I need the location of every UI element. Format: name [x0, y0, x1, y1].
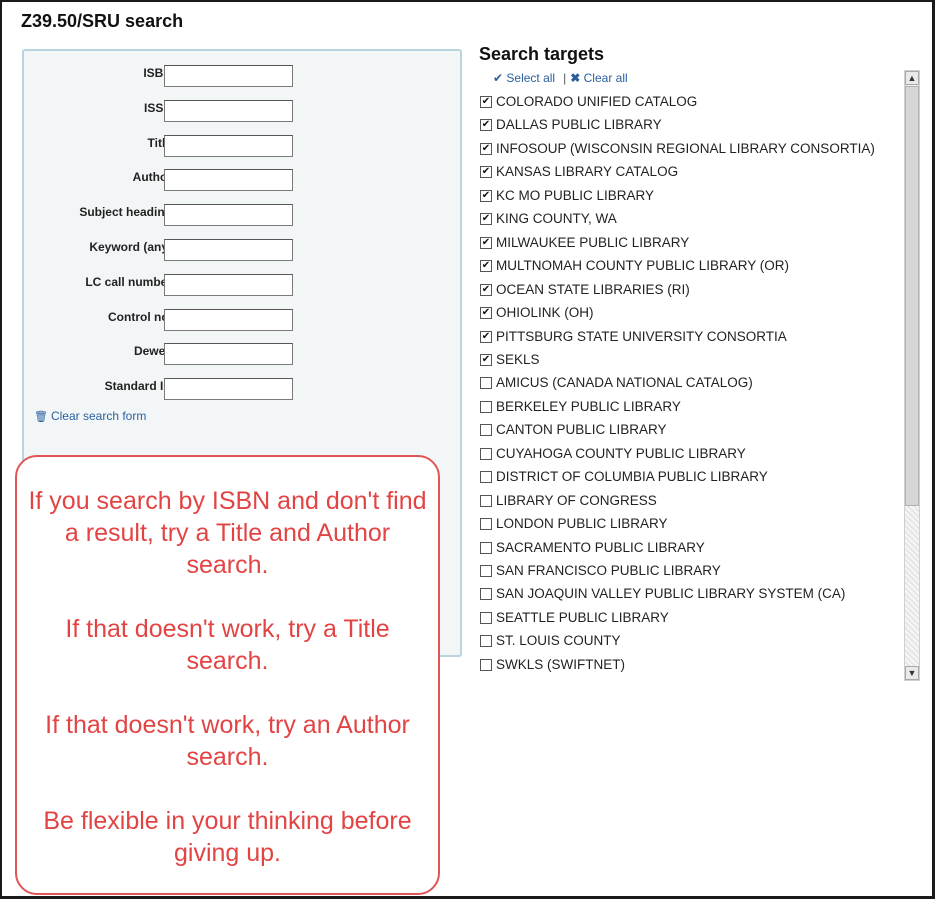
target-checkbox[interactable]: ✔	[480, 166, 492, 179]
check-icon: ✔	[493, 71, 504, 85]
select-all-label: Select all	[506, 71, 556, 85]
clear-all-link[interactable]: ✖ Clear all	[570, 71, 627, 85]
callout-paragraph-4: Be flexible in your thinking before givi…	[43, 807, 412, 867]
target-checkbox[interactable]	[480, 400, 492, 413]
trash-icon: 🗑	[34, 411, 48, 423]
form-field-label: Subject heading:	[79, 205, 176, 220]
scroll-up-button[interactable]: ▲	[905, 71, 919, 85]
target-label: SWKLS (SWIFTNET)	[496, 656, 625, 672]
target-label: SEATTLE PUBLIC LIBRARY	[496, 609, 669, 625]
target-label: KC MO PUBLIC LIBRARY	[496, 187, 655, 203]
target-label: INFOSOUP (WISCONSIN REGIONAL LIBRARY CON…	[496, 140, 875, 156]
scroll-down-button[interactable]: ▼	[905, 666, 919, 680]
clear-all-label: Clear all	[583, 71, 628, 85]
callout-paragraph-2: If that doesn't work, try a Title search…	[65, 615, 390, 675]
form-field-row: Subject heading:	[24, 204, 324, 228]
callout-paragraph-3: If that doesn't work, try an Author sear…	[45, 711, 410, 771]
target-label: OHIOLINK (OH)	[496, 305, 594, 321]
target-label: BERKELEY PUBLIC LIBRARY	[496, 398, 681, 414]
target-label: SEKLS	[496, 351, 540, 367]
target-label: CANTON PUBLIC LIBRARY	[496, 422, 667, 438]
arrow-up-icon: ▲	[907, 73, 917, 83]
target-label: LIBRARY OF CONGRESS	[496, 492, 657, 508]
arrow-down-icon: ▼	[907, 668, 917, 678]
clear-search-form-label: Clear search form	[50, 409, 147, 423]
callout-paragraph-1: If you search by ISBN and don't find a r…	[28, 487, 427, 579]
form-field-label: Keyword (any):	[89, 240, 176, 254]
target-checkbox[interactable]: ✔	[480, 213, 492, 226]
target-checkbox[interactable]: ✔	[480, 142, 492, 155]
form-field-label: LC call number:	[85, 274, 176, 289]
form-field-input[interactable]	[164, 273, 293, 296]
target-label: CUYAHOGA COUNTY PUBLIC LIBRARY	[496, 445, 746, 461]
target-checkbox[interactable]	[480, 518, 492, 531]
form-field-input[interactable]	[164, 134, 293, 157]
target-label: KING COUNTY, WA	[496, 211, 617, 227]
target-checkbox[interactable]	[480, 611, 492, 624]
form-field-input[interactable]	[164, 308, 293, 331]
form-field-input[interactable]	[164, 378, 293, 401]
target-label: AMICUS (CANADA NATIONAL CATALOG)	[496, 375, 753, 391]
target-checkbox[interactable]	[480, 635, 492, 648]
target-label: SAN JOAQUIN VALLEY PUBLIC LIBRARY SYSTEM…	[496, 586, 846, 602]
scrollbar-thumb[interactable]	[905, 86, 919, 506]
target-label: MULTNOMAH COUNTY PUBLIC LIBRARY (OR)	[496, 258, 790, 274]
target-checkbox[interactable]: ✔	[480, 307, 492, 320]
form-field-row: Control no.:	[24, 308, 324, 333]
form-field-input[interactable]	[164, 204, 293, 227]
select-links: ✔ Select all | ✖ Clear all	[493, 71, 628, 85]
target-checkbox[interactable]: ✔	[480, 330, 492, 343]
target-label: PITTSBURG STATE UNIVERSITY CONSORTIA	[496, 328, 787, 344]
search-targets-heading: Search targets	[479, 44, 605, 64]
form-field-row: Dewey:	[24, 343, 324, 367]
target-checkbox[interactable]: ✔	[480, 189, 492, 202]
form-field-row: Author:	[24, 169, 324, 193]
form-field-row: Keyword (any):	[24, 239, 324, 263]
target-label: SAN FRANCISCO PUBLIC LIBRARY	[496, 563, 721, 578]
target-checkbox[interactable]	[480, 541, 492, 554]
form-field-row: LC call number:	[24, 273, 324, 298]
target-label: ST. LOUIS COUNTY	[496, 633, 621, 649]
tip-callout: If you search by ISBN and don't find a r…	[15, 455, 440, 895]
targets-scrollbar[interactable]: ▲ ▼	[904, 70, 920, 681]
target-label: KANSAS LIBRARY CATALOG	[496, 164, 679, 180]
clear-search-form-link[interactable]: 🗑 Clear search form	[34, 409, 146, 423]
form-field-input[interactable]	[164, 169, 293, 192]
target-label: MILWAUKEE PUBLIC LIBRARY	[496, 234, 690, 250]
link-separator: |	[563, 71, 567, 85]
target-label: DALLAS PUBLIC LIBRARY	[496, 117, 662, 133]
target-checkbox[interactable]: ✔	[480, 96, 492, 108]
target-checkbox[interactable]: ✔	[480, 260, 492, 273]
target-label: SACRAMENTO PUBLIC LIBRARY	[496, 539, 705, 555]
target-checkbox[interactable]	[480, 658, 492, 671]
target-label: COLORADO UNIFIED CATALOG	[496, 94, 698, 109]
target-checkbox[interactable]	[480, 377, 492, 390]
form-field-row: ISSN:	[24, 99, 324, 124]
select-all-link[interactable]: ✔ Select all	[493, 71, 555, 85]
form-field-input[interactable]	[164, 65, 293, 87]
page-title: Z39.50/SRU search	[21, 11, 184, 31]
target-checkbox[interactable]	[480, 447, 492, 460]
form-field-input[interactable]	[164, 343, 293, 366]
form-field-input[interactable]	[164, 239, 293, 261]
target-checkbox[interactable]	[480, 471, 492, 484]
target-checkbox[interactable]	[480, 588, 492, 601]
target-checkbox[interactable]	[480, 424, 492, 437]
target-checkbox[interactable]: ✔	[480, 283, 492, 296]
form-field-row: ISBN:	[24, 65, 324, 89]
target-checkbox[interactable]: ✔	[480, 119, 492, 132]
form-field-row: Standard ID:	[24, 378, 324, 402]
target-label: DISTRICT OF COLUMBIA PUBLIC LIBRARY	[496, 469, 768, 485]
x-icon: ✖	[570, 71, 581, 85]
target-checkbox[interactable]: ✔	[480, 353, 492, 366]
search-targets-list: ✔ COLORADO UNIFIED CATALOG ✔ DALLAS PUBLIC …	[479, 92, 899, 682]
target-checkbox[interactable]	[480, 565, 492, 577]
form-field-row: Title:	[24, 134, 324, 159]
target-checkbox[interactable]	[480, 494, 492, 507]
target-checkbox[interactable]: ✔	[480, 236, 492, 249]
target-label: OCEAN STATE LIBRARIES (RI)	[496, 281, 690, 297]
target-label: LONDON PUBLIC LIBRARY	[496, 516, 668, 532]
form-field-input[interactable]	[164, 99, 293, 122]
